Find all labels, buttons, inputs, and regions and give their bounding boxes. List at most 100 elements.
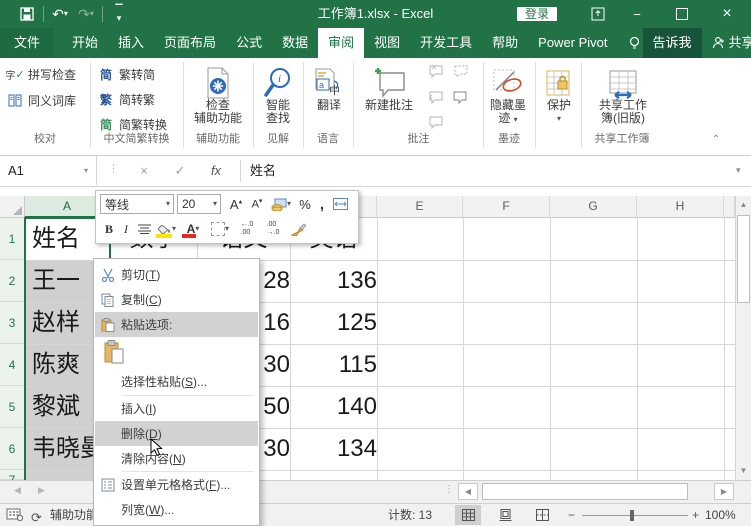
share-button[interactable]: 共享: [702, 28, 751, 58]
cell-D6[interactable]: 134: [290, 428, 384, 470]
row-header-5[interactable]: 5: [0, 386, 25, 428]
sign-in-button[interactable]: 登录: [517, 7, 557, 21]
decrease-font-size-button[interactable]: A▾: [247, 193, 267, 215]
spell-check-button[interactable]: 字✓ 拼写检查: [4, 62, 76, 86]
share-workbook-legacy-button[interactable]: 共享工作 簿(旧版): [592, 60, 654, 130]
row-header-1[interactable]: 1: [0, 218, 25, 260]
menu-item-clear-contents[interactable]: 清除内容(N): [95, 446, 258, 471]
check-accessibility-button[interactable]: 检查 辅助功能: [190, 60, 246, 130]
menu-item-copy[interactable]: 复制(C): [95, 287, 258, 312]
font-name-select[interactable]: 等线▾: [100, 194, 174, 214]
tab-home[interactable]: 开始: [62, 28, 108, 58]
previous-comment-icon[interactable]: [452, 64, 468, 78]
formula-bar-content[interactable]: 姓名: [250, 156, 276, 185]
show-hide-comment-icon[interactable]: [452, 90, 468, 104]
menu-item-paste-options[interactable]: 粘贴选项:: [95, 312, 258, 337]
formula-bar-splitter[interactable]: ⋮: [108, 162, 119, 175]
zoom-out-button[interactable]: −: [568, 504, 575, 526]
center-align-button[interactable]: [134, 218, 154, 240]
column-header-partial[interactable]: [724, 196, 735, 218]
row-header-2[interactable]: 2: [0, 260, 25, 302]
zoom-level[interactable]: 100%: [705, 504, 736, 526]
sheet-next-icon[interactable]: ▶: [38, 485, 45, 496]
show-all-comments-icon[interactable]: [428, 115, 444, 129]
row-header-6[interactable]: 6: [0, 428, 25, 470]
view-normal-button[interactable]: [455, 505, 481, 525]
tab-tell-me[interactable]: 告诉我: [643, 28, 702, 58]
protect-button[interactable]: 保护 ▾: [537, 60, 581, 130]
tab-developer[interactable]: 开发工具: [410, 28, 482, 58]
menu-item-paste-option-keep[interactable]: [95, 337, 258, 367]
borders-button[interactable]: ▾: [206, 218, 234, 240]
menu-item-format-cells[interactable]: 设置单元格格式(F)...: [95, 472, 258, 497]
zoom-slider-track[interactable]: [582, 515, 688, 516]
column-header-f[interactable]: F: [463, 196, 550, 218]
increase-font-size-button[interactable]: A▴: [225, 193, 247, 215]
bold-button[interactable]: B: [100, 218, 118, 240]
cell-D4[interactable]: 115: [290, 344, 384, 386]
italic-button[interactable]: I: [118, 218, 134, 240]
row-header-4[interactable]: 4: [0, 344, 25, 386]
sheet-previous-icon[interactable]: ◀: [14, 485, 21, 496]
hscroll-left-icon[interactable]: ◀: [458, 483, 478, 500]
menu-item-cut[interactable]: 剪切(T): [95, 262, 258, 287]
traditional-to-simplified-button[interactable]: 简 繁转简: [95, 62, 155, 86]
save-button[interactable]: [14, 2, 40, 26]
cell-D3[interactable]: 125: [290, 302, 384, 344]
menu-item-insert[interactable]: 插入(I): [95, 396, 258, 421]
menu-item-hide[interactable]: 隐藏(H): [95, 521, 258, 526]
tab-formulas[interactable]: 公式: [226, 28, 272, 58]
tab-page-layout[interactable]: 页面布局: [154, 28, 226, 58]
cell-D5[interactable]: 140: [290, 386, 384, 428]
tab-view[interactable]: 视图: [364, 28, 410, 58]
tab-power-pivot[interactable]: Power Pivot: [528, 28, 617, 58]
enter-formula-button[interactable]: ✓: [168, 156, 192, 185]
comma-style-button[interactable]: ,: [315, 193, 329, 215]
tab-insert[interactable]: 插入: [108, 28, 154, 58]
insert-function-button[interactable]: fx: [204, 156, 228, 185]
format-painter-button[interactable]: [286, 218, 310, 240]
view-page-break-button[interactable]: [529, 505, 555, 525]
horizontal-scrollbar-thumb[interactable]: [482, 483, 688, 500]
tab-file[interactable]: 文件: [0, 28, 54, 58]
customize-quick-access-button[interactable]: ▔▾: [106, 2, 132, 26]
simplified-to-traditional-button[interactable]: 繁 简转繁: [95, 87, 155, 111]
row-header-7[interactable]: 7: [0, 470, 25, 480]
increase-decimal-button[interactable]: ←.0 .00: [234, 218, 260, 240]
redo-button[interactable]: ↷▾: [73, 2, 99, 26]
accounting-format-button[interactable]: ▾: [267, 193, 295, 215]
name-box[interactable]: A1: [0, 156, 97, 185]
column-header-h[interactable]: H: [637, 196, 724, 218]
zoom-in-button[interactable]: +: [692, 504, 699, 526]
menu-item-delete[interactable]: 删除(D): [95, 421, 258, 446]
font-size-select[interactable]: 20▾: [177, 194, 221, 214]
cancel-formula-button[interactable]: ×: [132, 156, 156, 185]
decrease-decimal-button[interactable]: .00 →.0: [260, 218, 286, 240]
tab-help[interactable]: 帮助: [482, 28, 528, 58]
maximize-button[interactable]: [667, 0, 697, 28]
undo-button[interactable]: ↶▾: [47, 2, 73, 26]
delete-comment-icon[interactable]: [428, 64, 444, 78]
minimize-button[interactable]: −: [622, 0, 652, 28]
expand-formula-bar-icon[interactable]: ▾: [736, 156, 741, 185]
row-header-3[interactable]: 3: [0, 302, 25, 344]
font-color-button[interactable]: A ▾: [180, 218, 206, 240]
merge-center-button[interactable]: [329, 193, 351, 215]
zoom-slider-thumb[interactable]: [630, 510, 634, 521]
scroll-up-icon[interactable]: ▲: [736, 196, 751, 213]
tab-review[interactable]: 审阅: [318, 28, 364, 58]
smart-lookup-button[interactable]: i 智能 查找: [250, 60, 306, 130]
fill-color-button[interactable]: ▾: [154, 218, 180, 240]
close-button[interactable]: ×: [712, 0, 742, 28]
collapse-ribbon-button[interactable]: ⌃: [712, 134, 720, 145]
percent-style-button[interactable]: %: [295, 193, 315, 215]
hide-ink-button[interactable]: 隐藏墨 迹 ▾: [483, 60, 533, 130]
cell-D2[interactable]: 136: [290, 260, 384, 302]
name-box-dropdown-icon[interactable]: ▾: [84, 156, 96, 185]
accessibility-status-label[interactable]: 辅助功能: [50, 504, 98, 526]
translate-button[interactable]: a中 翻译: [301, 60, 357, 130]
scroll-down-icon[interactable]: ▼: [736, 462, 751, 479]
view-page-layout-button[interactable]: [492, 505, 518, 525]
vertical-scrollbar-thumb[interactable]: [737, 215, 750, 303]
column-header-e[interactable]: E: [377, 196, 463, 218]
